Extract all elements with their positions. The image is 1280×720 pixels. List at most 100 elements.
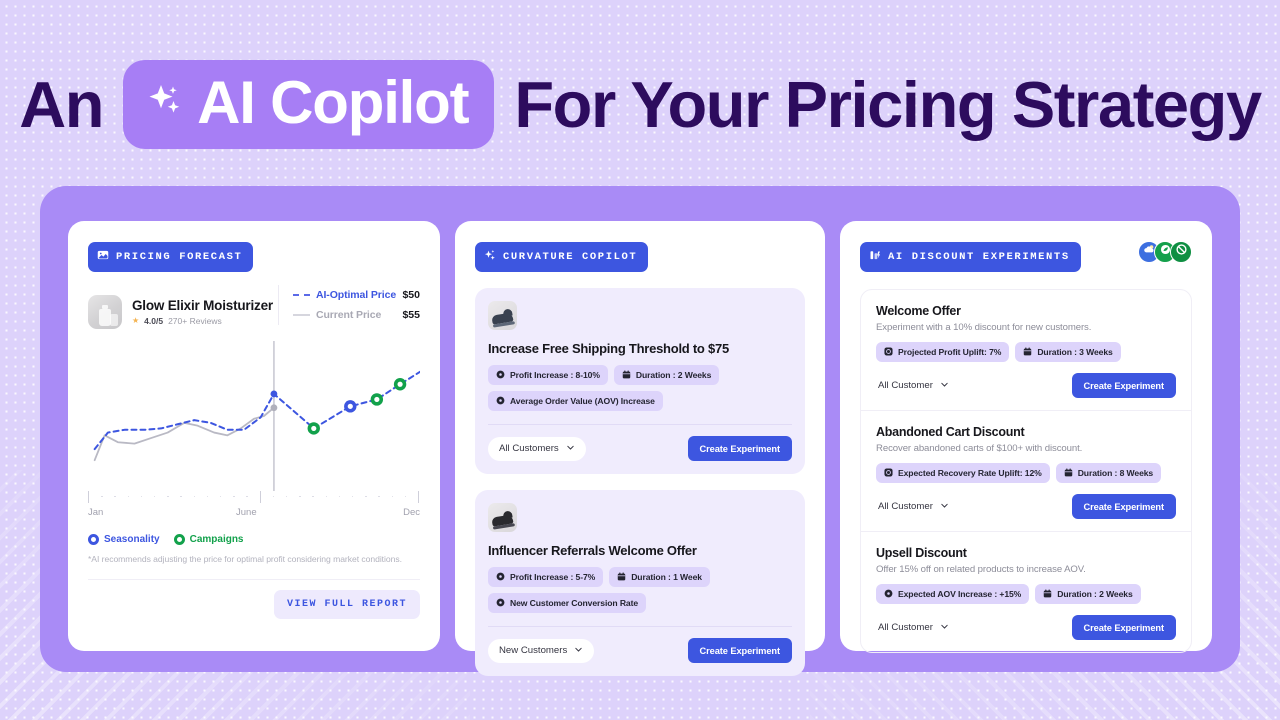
- axis-major-tick: [418, 491, 420, 503]
- axis-major-tick: [88, 491, 90, 503]
- axis-minor-tick: [206, 496, 209, 498]
- price-legend: AI-Optimal Price $50 Current Price $55: [278, 285, 420, 325]
- circle-ring-icon: [173, 534, 185, 545]
- axis-minor-tick: [286, 496, 288, 498]
- create-experiment-button[interactable]: Create Experiment: [687, 638, 792, 663]
- axis-minor-tick: [299, 496, 301, 498]
- target-icon: [496, 598, 505, 609]
- discount-chips: Expected AOV Increase : +15% Duration : …: [876, 584, 1176, 604]
- chip-label: Duration : 1 Week: [631, 572, 702, 582]
- discount-title: Abandoned Cart Discount: [876, 425, 1025, 439]
- headline-ai-copilot-pill: AI Copilot: [123, 59, 495, 149]
- target-icon: [496, 370, 505, 381]
- legend-seasonality-label: Seasonality: [104, 534, 160, 545]
- audience-selector[interactable]: All Customer: [876, 618, 951, 638]
- discount-subtitle: Experiment with a 10% discount for new c…: [876, 322, 1092, 333]
- ai-discount-experiments-tag-label: AI DISCOUNT EXPERIMENTS: [888, 251, 1070, 263]
- chip-duration: Duration : 1 Week: [609, 567, 710, 587]
- axis-minor-tick: [365, 496, 367, 498]
- chart-series-legend: Seasonality Campaigns: [88, 534, 244, 545]
- dress-shoe-image: [488, 503, 517, 532]
- axis-minor-tick: [233, 496, 235, 498]
- headline-word-an: An: [19, 67, 104, 141]
- product-rating: 4.0/5: [144, 316, 164, 326]
- chip-label: Profit Increase : 5-7%: [510, 572, 596, 582]
- price-forecast-chart: [93, 341, 420, 491]
- experiment-chips: Profit Increase : 8-10% Duration : 2 Wee…: [488, 365, 792, 411]
- chip-aov-increase: Expected AOV Increase : +15%: [876, 584, 1030, 604]
- legend-value-current: $55: [402, 309, 420, 321]
- audience-selector[interactable]: All Customer: [876, 497, 951, 517]
- chip-duration: Duration : 3 Weeks: [1015, 342, 1121, 362]
- axis-minor-tick: [193, 496, 195, 498]
- discount-experiment-item: Abandoned Cart Discount Recover abandone…: [861, 410, 1191, 531]
- axis-minor-tick: [312, 496, 314, 498]
- audience-selector[interactable]: All Customer: [876, 376, 951, 396]
- axis-minor-tick: [338, 496, 341, 498]
- axis-minor-tick: [325, 496, 327, 498]
- target-icon: [884, 589, 893, 600]
- create-experiment-button[interactable]: Create Experiment: [1071, 494, 1176, 519]
- x-tick-june: June: [236, 507, 257, 518]
- ai-discount-experiments-tag: AI DISCOUNT EXPERIMENTS: [860, 242, 1081, 272]
- chip-label: Projected Profit Uplift: 7%: [898, 347, 1002, 357]
- discount-subtitle: Offer 15% off on related products to inc…: [876, 564, 1086, 575]
- create-experiment-button[interactable]: Create Experiment: [1071, 373, 1176, 398]
- chart-x-labels: Jan June Dec: [88, 507, 420, 521]
- divider: [88, 579, 420, 580]
- target-icon: [884, 467, 893, 479]
- axis-minor-tick: [101, 496, 103, 498]
- view-full-report-button[interactable]: VIEW FULL REPORT: [273, 590, 420, 619]
- legend-seasonality: Seasonality: [88, 534, 160, 545]
- axis-minor-tick: [114, 496, 116, 498]
- legend-value-ai-optimal: $50: [402, 289, 420, 301]
- avatar: [1170, 241, 1192, 263]
- audience-selector[interactable]: New Customers: [488, 638, 595, 663]
- axis-minor-tick: [272, 496, 275, 498]
- discount-experiment-list: Welcome Offer Experiment with a 10% disc…: [860, 289, 1192, 653]
- legend-label-current: Current Price: [316, 309, 382, 321]
- chip-aov: Average Order Value (AOV) Increase: [488, 391, 663, 411]
- pricing-forecast-tag: PRICING FORECAST: [88, 242, 254, 272]
- chip-profit-uplift: Projected Profit Uplift: 7%: [876, 342, 1010, 362]
- solid-line-icon: [293, 314, 310, 316]
- product-name: Glow Elixir Moisturizer: [132, 298, 273, 313]
- axis-minor-tick: [391, 496, 393, 498]
- chip-conversion-rate: New Customer Conversion Rate: [488, 593, 647, 613]
- headline-pill-label: AI Copilot: [197, 68, 469, 136]
- curvature-copilot-card: CURVATURE COPILOT Increase Free Shipping…: [455, 221, 825, 676]
- chart-footnote: *AI recommends adjusting the price for o…: [88, 554, 402, 564]
- create-experiment-button[interactable]: Create Experiment: [1071, 615, 1176, 640]
- chip-label: Duration : 2 Weeks: [1057, 589, 1133, 599]
- axis-minor-tick: [378, 496, 380, 498]
- pricing-forecast-tag-label: PRICING FORECAST: [116, 251, 243, 263]
- create-experiment-button[interactable]: Create Experiment: [687, 436, 792, 461]
- discount-experiment-item: Upsell Discount Offer 15% off on related…: [861, 531, 1191, 652]
- legend-campaigns-label: Campaigns: [189, 534, 244, 545]
- axis-minor-tick: [180, 496, 182, 498]
- legend-row-ai-optimal: AI-Optimal Price $50: [293, 285, 420, 305]
- audience-selector[interactable]: All Customers: [488, 436, 586, 461]
- calendar-icon: [622, 369, 631, 381]
- axis-minor-tick: [404, 496, 407, 498]
- chip-duration: Duration : 2 Weeks: [1035, 584, 1141, 604]
- x-tick-jan: Jan: [88, 507, 104, 518]
- calendar-icon: [617, 571, 626, 583]
- headline-rest: For Your Pricing Strategy: [514, 67, 1262, 141]
- legend-label-ai-optimal: AI-Optimal Price: [316, 289, 397, 301]
- chevron-down-icon: [940, 622, 949, 634]
- discount-title: Welcome Offer: [876, 304, 961, 318]
- axis-minor-tick: [220, 496, 222, 498]
- chip-label: Duration : 3 Weeks: [1037, 347, 1113, 357]
- chart-image-icon: [97, 249, 109, 265]
- target-icon: [884, 346, 893, 358]
- copilot-experiment-card: Influencer Referrals Welcome Offer Profi…: [475, 490, 805, 676]
- target-icon: [496, 572, 505, 583]
- chevron-down-icon: [574, 645, 583, 657]
- axis-minor-tick: [167, 496, 169, 498]
- product-reviews: 270+ Reviews: [168, 316, 222, 326]
- axis-minor-tick: [352, 496, 354, 498]
- chip-label: Duration : 8 Weeks: [1077, 468, 1154, 478]
- chip-profit-increase: Profit Increase : 5-7%: [488, 567, 604, 587]
- avatar-group: [1138, 241, 1192, 263]
